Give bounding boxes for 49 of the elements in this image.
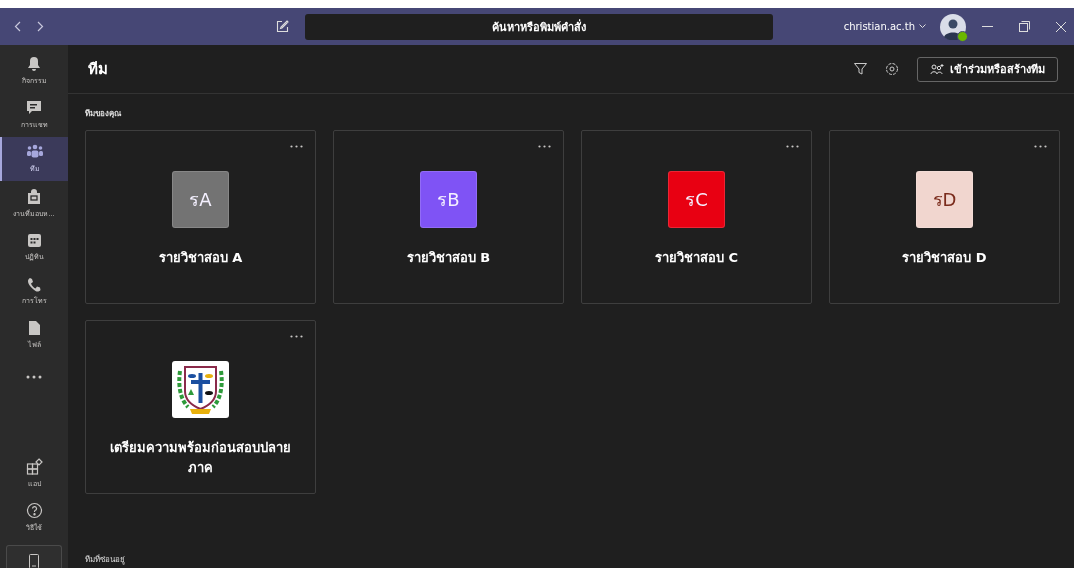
bag-icon bbox=[27, 187, 41, 205]
file-icon bbox=[27, 320, 41, 336]
filter-icon[interactable] bbox=[854, 63, 867, 75]
apps-icon bbox=[25, 457, 43, 475]
team-card[interactable]: รC รายวิชาสอบ C bbox=[581, 130, 812, 304]
search-field[interactable]: ค้นหาหรือพิมพ์คำสั่ง bbox=[305, 13, 773, 40]
chevron-down-icon[interactable] bbox=[919, 24, 926, 29]
join-create-team-button[interactable]: เข้าร่วมหรือสร้างทีม bbox=[917, 56, 1058, 82]
team-card[interactable]: เตรียมความพร้อมก่อนสอบปลายภาค bbox=[85, 320, 316, 494]
more-icon[interactable] bbox=[26, 375, 42, 379]
more-options-icon[interactable] bbox=[290, 335, 303, 338]
team-avatar: รA bbox=[172, 171, 229, 228]
minimize-icon[interactable] bbox=[982, 25, 993, 28]
section-title: ทีมของคุณ bbox=[85, 108, 122, 120]
phone-icon bbox=[27, 276, 41, 292]
team-name: รายวิชาสอบ C bbox=[653, 249, 740, 267]
team-name: รายวิชาสอบ A bbox=[157, 249, 244, 267]
more-options-icon[interactable] bbox=[290, 145, 303, 148]
compose-icon[interactable] bbox=[276, 20, 289, 33]
team-name: เตรียมความพร้อมก่อนสอบปลายภาค bbox=[109, 439, 292, 477]
team-name: รายวิชาสอบ B bbox=[405, 249, 492, 267]
more-options-icon[interactable] bbox=[786, 145, 799, 148]
more-options-icon[interactable] bbox=[1034, 145, 1047, 148]
team-card[interactable]: รA รายวิชาสอบ A bbox=[85, 130, 316, 304]
team-avatar: รC bbox=[668, 171, 725, 228]
back-icon[interactable] bbox=[14, 21, 21, 32]
close-icon[interactable] bbox=[1056, 21, 1066, 32]
team-avatar: รB bbox=[420, 171, 477, 228]
team-name: รายวิชาสอบ D bbox=[901, 249, 988, 267]
settings-icon[interactable] bbox=[885, 62, 899, 76]
page-title: ทีม bbox=[88, 59, 108, 80]
add-people-icon bbox=[930, 63, 944, 75]
team-avatar: รD bbox=[916, 171, 973, 228]
crest-logo-icon bbox=[172, 361, 229, 418]
team-card[interactable]: รD รายวิชาสอบ D bbox=[829, 130, 1060, 304]
calendar-icon bbox=[26, 232, 42, 248]
avatar[interactable] bbox=[940, 13, 966, 40]
more-options-icon[interactable] bbox=[538, 145, 551, 148]
maximize-icon[interactable] bbox=[1019, 21, 1030, 32]
section-title[interactable]: ทีมที่ซ่อนอยู่ bbox=[85, 553, 1057, 568]
help-icon bbox=[25, 501, 43, 519]
chat-icon bbox=[26, 100, 42, 116]
bell-icon bbox=[27, 56, 41, 72]
people-icon bbox=[26, 144, 44, 160]
phone-device-icon bbox=[29, 553, 39, 568]
team-card[interactable]: รB รายวิชาสอบ B bbox=[333, 130, 564, 304]
mobile-button[interactable] bbox=[6, 545, 62, 568]
account-name[interactable]: christian.ac.th bbox=[843, 21, 915, 32]
forward-icon[interactable] bbox=[37, 21, 44, 32]
